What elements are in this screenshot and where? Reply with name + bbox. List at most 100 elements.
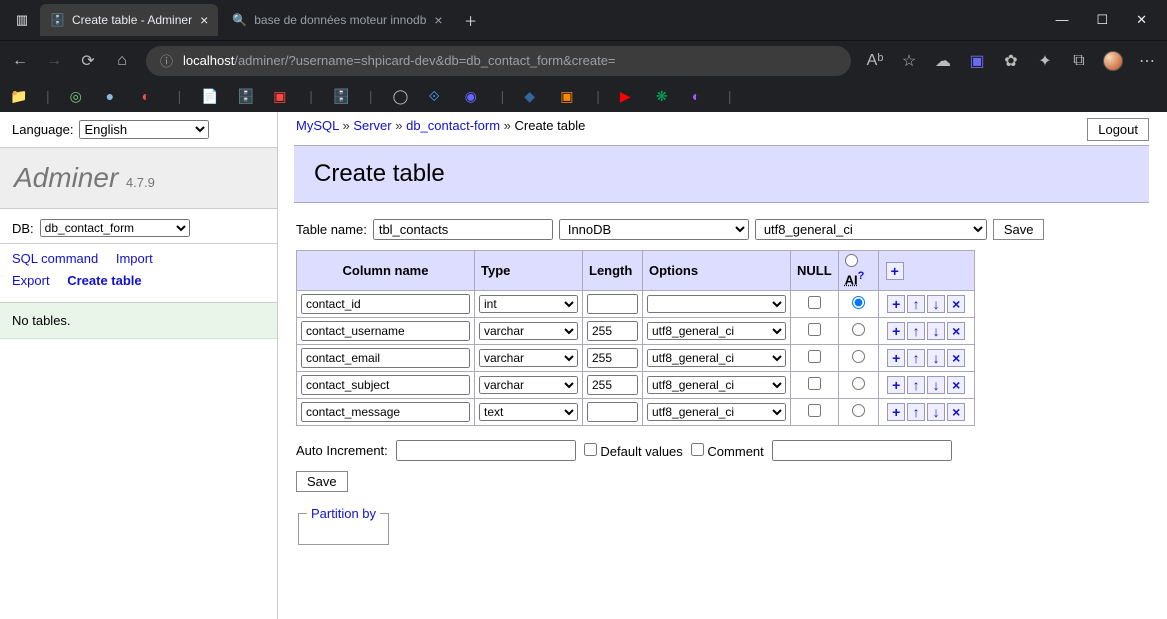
- move-down-icon[interactable]: ↓: [927, 376, 945, 394]
- column-type-select[interactable]: varchar: [479, 322, 578, 340]
- column-length-input[interactable]: [587, 321, 638, 341]
- site-info-icon[interactable]: ⓘ: [160, 51, 173, 70]
- save-button-top[interactable]: Save: [993, 219, 1045, 240]
- move-up-icon[interactable]: ↑: [907, 322, 925, 340]
- column-length-input[interactable]: [587, 402, 638, 422]
- address-bar[interactable]: ⓘ localhost/adminer/?username=shpicard-d…: [146, 46, 851, 76]
- default-values-checkbox[interactable]: [584, 443, 597, 456]
- github-icon[interactable]: ◯: [393, 88, 409, 104]
- column-name-input[interactable]: [301, 294, 470, 314]
- column-options-select[interactable]: utf8_general_ci: [647, 322, 786, 340]
- app-icon[interactable]: ▣: [967, 51, 987, 71]
- profile-avatar[interactable]: [1103, 51, 1123, 71]
- back-icon[interactable]: ←: [10, 52, 30, 70]
- add-column-icon[interactable]: +: [887, 349, 905, 367]
- more-icon[interactable]: ⋯: [1137, 51, 1157, 71]
- column-ai-radio[interactable]: [852, 296, 865, 309]
- move-down-icon[interactable]: ↓: [927, 349, 945, 367]
- bookmark-icon[interactable]: 📄: [201, 88, 217, 104]
- column-name-input[interactable]: [301, 348, 470, 368]
- column-null-checkbox[interactable]: [808, 350, 821, 363]
- bookmark-icon[interactable]: ◐: [142, 88, 158, 104]
- bookmark-icon[interactable]: ◐: [692, 88, 708, 104]
- sql-command-link[interactable]: SQL command: [12, 251, 98, 266]
- comment-checkbox[interactable]: [691, 443, 704, 456]
- remove-column-icon[interactable]: ×: [947, 403, 965, 421]
- language-select[interactable]: English: [79, 120, 209, 139]
- bookmark-icon[interactable]: ●: [106, 88, 122, 104]
- breadcrumb-mysql[interactable]: MySQL: [296, 118, 339, 133]
- bookmark-icon[interactable]: 🗄️: [333, 88, 349, 104]
- column-name-input[interactable]: [301, 321, 470, 341]
- column-ai-radio[interactable]: [852, 404, 865, 417]
- column-null-checkbox[interactable]: [808, 377, 821, 390]
- column-length-input[interactable]: [587, 294, 638, 314]
- column-ai-radio[interactable]: [852, 323, 865, 336]
- ai-none-radio[interactable]: [845, 254, 858, 267]
- close-tab-icon[interactable]: ×: [200, 12, 208, 28]
- move-down-icon[interactable]: ↓: [927, 295, 945, 313]
- export-link[interactable]: Export: [12, 273, 50, 288]
- cloud-icon[interactable]: ☁: [933, 51, 953, 71]
- column-ai-radio[interactable]: [852, 377, 865, 390]
- close-tab-icon[interactable]: ×: [434, 12, 442, 28]
- column-type-select[interactable]: varchar: [479, 376, 578, 394]
- bookmark-icon[interactable]: ▣: [560, 88, 576, 104]
- column-options-select[interactable]: utf8_general_ci: [647, 403, 786, 421]
- minimize-icon[interactable]: —: [1055, 12, 1068, 28]
- column-length-input[interactable]: [587, 348, 638, 368]
- new-tab-button[interactable]: ＋: [457, 6, 485, 34]
- extensions-icon[interactable]: ✿: [1001, 51, 1021, 71]
- ai-help-link[interactable]: ?: [858, 270, 865, 282]
- default-values-toggle[interactable]: Default values: [584, 443, 683, 459]
- column-type-select[interactable]: int: [479, 295, 578, 313]
- column-name-input[interactable]: [301, 402, 470, 422]
- auto-increment-input[interactable]: [396, 440, 576, 461]
- logout-button[interactable]: Logout: [1087, 118, 1149, 141]
- bookmark-icon[interactable]: ◎: [70, 88, 86, 104]
- move-up-icon[interactable]: ↑: [907, 295, 925, 313]
- column-type-select[interactable]: text: [479, 403, 578, 421]
- db-select[interactable]: db_contact_form: [40, 219, 190, 237]
- add-column-icon[interactable]: +: [887, 376, 905, 394]
- tab-actions-icon[interactable]: ▥: [8, 6, 36, 34]
- remove-column-icon[interactable]: ×: [947, 376, 965, 394]
- refresh-icon[interactable]: ⟳: [78, 51, 98, 71]
- column-null-checkbox[interactable]: [808, 404, 821, 417]
- create-table-link[interactable]: Create table: [67, 273, 141, 288]
- partition-by-link[interactable]: Partition by: [311, 506, 376, 521]
- remove-column-icon[interactable]: ×: [947, 322, 965, 340]
- comment-toggle[interactable]: Comment: [691, 443, 764, 459]
- add-column-button[interactable]: +: [886, 262, 904, 280]
- import-link[interactable]: Import: [116, 251, 153, 266]
- bookmark-icon[interactable]: ❋: [656, 88, 672, 104]
- column-null-checkbox[interactable]: [808, 296, 821, 309]
- bookmark-icon[interactable]: ◉: [465, 88, 481, 104]
- column-options-select[interactable]: utf8_general_ci: [647, 349, 786, 367]
- bookmark-icon[interactable]: 🗄️: [237, 88, 253, 104]
- youtube-icon[interactable]: ▶: [620, 88, 636, 104]
- add-column-icon[interactable]: +: [887, 295, 905, 313]
- bookmark-icon[interactable]: ▣: [273, 88, 289, 104]
- column-null-checkbox[interactable]: [808, 323, 821, 336]
- home-icon[interactable]: ⌂: [112, 52, 132, 70]
- add-favorite-icon[interactable]: ✦: [1035, 51, 1055, 71]
- bookmark-icon[interactable]: ◆: [524, 88, 540, 104]
- column-name-input[interactable]: [301, 375, 470, 395]
- comment-input[interactable]: [772, 440, 952, 461]
- column-options-select[interactable]: [647, 295, 786, 313]
- move-down-icon[interactable]: ↓: [927, 322, 945, 340]
- table-collation-select[interactable]: utf8_general_ci: [755, 219, 987, 240]
- browser-tab-inactive[interactable]: 🔍 base de données moteur innodb ×: [222, 4, 452, 36]
- maximize-icon[interactable]: ☐: [1096, 12, 1108, 28]
- add-column-icon[interactable]: +: [887, 322, 905, 340]
- vscode-icon[interactable]: ⟐: [429, 88, 445, 104]
- column-type-select[interactable]: varchar: [479, 349, 578, 367]
- column-options-select[interactable]: utf8_general_ci: [647, 376, 786, 394]
- table-name-input[interactable]: [373, 219, 553, 240]
- bookmark-folder-icon[interactable]: 📁: [10, 88, 26, 104]
- favorites-icon[interactable]: ☆: [899, 51, 919, 71]
- breadcrumb-server[interactable]: Server: [353, 118, 391, 133]
- engine-select[interactable]: InnoDB: [559, 219, 749, 240]
- column-ai-radio[interactable]: [852, 350, 865, 363]
